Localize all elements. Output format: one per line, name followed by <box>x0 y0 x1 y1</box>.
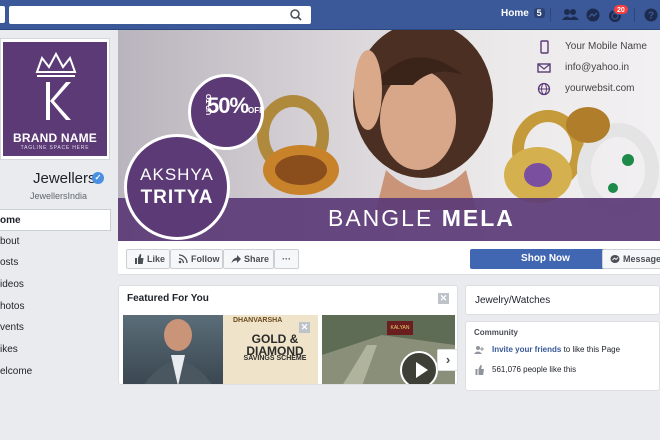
sidebar-item-label: vents <box>0 322 24 334</box>
thumbs-up-icon <box>475 365 484 375</box>
globe-icon <box>537 82 551 96</box>
sidebar-item-label: hotos <box>0 300 25 312</box>
featured-card-brand: KALYAN <box>387 321 413 335</box>
page-username[interactable]: JewellersIndia <box>30 191 87 201</box>
sidebar-item-likes[interactable]: ikes <box>0 339 111 361</box>
featured-card[interactable]: DHANVARSHA GOLD & DIAMOND SAVINGS SCHEME… <box>123 315 318 384</box>
help-icon[interactable]: ? <box>642 6 660 24</box>
sidebar-item-home[interactable]: ome <box>0 209 111 231</box>
contact-website-text: yourwebsit.com <box>565 83 635 94</box>
next-arrow-icon[interactable]: › <box>437 349 457 371</box>
close-icon[interactable]: ✕ <box>438 293 449 304</box>
sidebar-item-label: ome <box>0 215 21 226</box>
featured-card-brand: DHANVARSHA <box>233 317 283 324</box>
contact-mobile-text: Your Mobile Name <box>565 41 647 52</box>
page-likes-text: 561,076 people like this <box>492 365 577 374</box>
friend-requests-icon[interactable] <box>561 6 579 24</box>
page-title[interactable]: Jewellers <box>33 170 96 187</box>
message-button-label: Message <box>623 254 660 264</box>
facebook-logo[interactable] <box>0 6 5 23</box>
sidebar-item-photos[interactable]: hotos <box>0 296 111 318</box>
crown-icon <box>35 51 77 120</box>
sidebar-item-about[interactable]: bout <box>0 231 111 253</box>
sidebar-item-label: ikes <box>0 344 18 356</box>
nav-home-link[interactable]: Home 5 <box>501 8 545 19</box>
featured-card-subtitle: SAVINGS SCHEME <box>243 355 307 362</box>
messenger-icon <box>610 255 620 263</box>
like-button[interactable]: Like <box>126 249 170 269</box>
message-button[interactable]: Message <box>602 249 660 269</box>
cover-photo[interactable]: BANGLE MELA UP TO 50%OFF AKSHYA TRITYA Y… <box>118 30 660 241</box>
thumbs-up-icon <box>135 254 144 264</box>
follow-button-label: Follow <box>191 254 220 264</box>
search-icon[interactable] <box>286 6 306 24</box>
verified-badge-icon: ✓ <box>92 172 104 184</box>
sidebar-item-posts[interactable]: osts <box>0 252 111 274</box>
featured-title: Featured For You <box>127 293 209 304</box>
nav-divider <box>550 8 551 22</box>
nav-divider <box>634 8 635 22</box>
sidebar-item-events[interactable]: vents <box>0 317 111 339</box>
brand-name-text: BRAND NAME <box>13 131 97 145</box>
page-category-box: Jewelry/Watches <box>465 285 660 315</box>
share-arrow-icon <box>231 255 241 264</box>
page-category-link[interactable]: Jewelry/Watches <box>475 295 550 306</box>
invite-friends-icon <box>474 346 484 354</box>
svg-text:?: ? <box>648 11 654 22</box>
invite-friends-text: to like this Page <box>561 345 621 354</box>
envelope-icon <box>537 63 551 73</box>
sidebar-item-videos[interactable]: ideos <box>0 274 111 296</box>
page-action-bar: Like Follow Share ··· Shop Now Message <box>118 241 660 275</box>
brand-tagline-text: TAGLINE SPACE HERE <box>20 145 90 151</box>
close-icon[interactable]: ✕ <box>299 322 310 333</box>
featured-card-image <box>123 315 223 384</box>
festival-name-line1: AKSHYA <box>140 165 214 184</box>
sidebar-item-welcome[interactable]: elcome <box>0 361 111 383</box>
nav-home-label: Home <box>501 8 529 19</box>
community-heading: Community <box>474 328 518 337</box>
discount-percent-text: 50%OFF <box>207 93 264 119</box>
sidebar-item-label: elcome <box>0 365 33 377</box>
follow-button[interactable]: Follow <box>170 249 223 269</box>
shop-now-button[interactable]: Shop Now <box>470 249 621 269</box>
sidebar-item-label: bout <box>0 235 20 247</box>
share-button-label: Share <box>244 254 270 264</box>
discount-percent-value: 50% <box>207 93 249 118</box>
like-button-label: Like <box>147 254 166 264</box>
mobile-phone-icon <box>540 40 549 54</box>
cover-title-bold: MELA <box>441 205 515 231</box>
invite-friends-link[interactable]: Invite your friends <box>492 345 561 354</box>
brand-logo: BRAND NAME TAGLINE SPACE HERE <box>3 42 107 156</box>
top-navigation-bar: Home 5 20 ? <box>0 0 660 30</box>
cover-title-light: BANGLE <box>328 205 442 231</box>
sidebar-item-label: osts <box>0 257 19 269</box>
discount-off-text: OFF <box>248 106 265 115</box>
festival-name-line2: TRITYA <box>140 187 214 208</box>
notification-count-badge: 20 <box>613 4 629 15</box>
featured-for-you-panel: Featured For You ✕ DHANVARSHA GOLD & DIA… <box>118 285 458 385</box>
play-video-icon[interactable] <box>400 351 438 384</box>
contact-email-text: info@yahoo.in <box>565 62 630 73</box>
cover-title: BANGLE MELA <box>328 205 515 232</box>
more-options-button[interactable]: ··· <box>274 249 299 269</box>
share-button[interactable]: Share <box>223 249 274 269</box>
page-sidebar-nav: ome bout osts ideos hotos vents ikes elc… <box>0 209 111 383</box>
featured-card[interactable]: KALYAN <box>322 315 455 384</box>
messenger-icon[interactable] <box>584 6 602 24</box>
rss-icon <box>178 254 188 264</box>
featured-card-headline: GOLD & DIAMOND <box>246 332 304 358</box>
community-panel: Community Invite your friends to like th… <box>465 321 660 391</box>
page-profile-picture[interactable]: BRAND NAME TAGLINE SPACE HERE <box>0 38 110 160</box>
search-input[interactable] <box>9 6 311 24</box>
festival-badge: AKSHYA TRITYA <box>124 134 230 240</box>
more-options-label: ··· <box>282 254 291 264</box>
home-count-badge: 5 <box>533 8 545 18</box>
sidebar-item-label: ideos <box>0 279 24 291</box>
